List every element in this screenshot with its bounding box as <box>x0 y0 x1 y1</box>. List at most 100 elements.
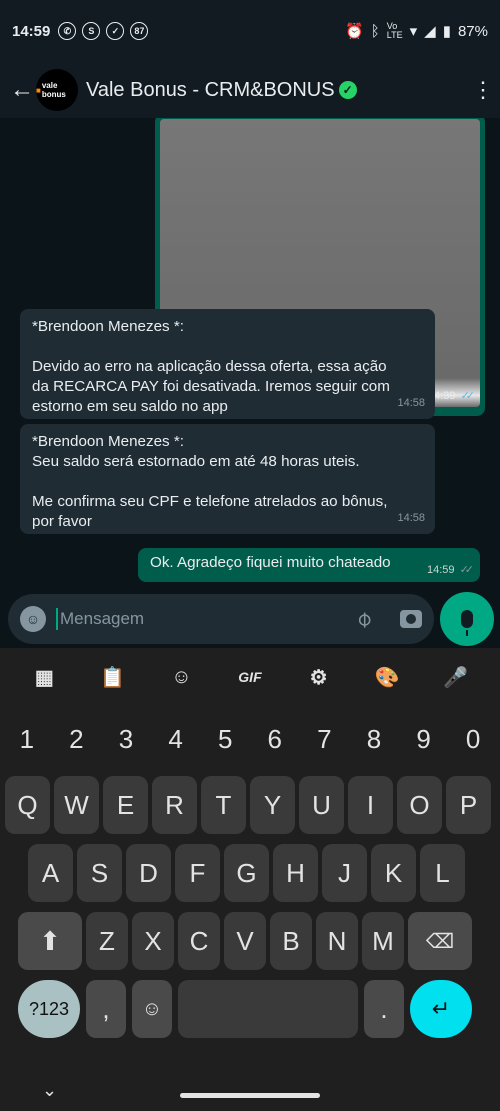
key-q[interactable]: Q <box>5 776 50 834</box>
key-2[interactable]: 2 <box>54 710 100 768</box>
status-time: 14:59 <box>12 22 51 40</box>
emoji-key-icon[interactable]: ☺ <box>132 980 172 1038</box>
battery-percent: 87% <box>457 22 488 40</box>
space-bar[interactable] <box>178 980 358 1038</box>
key-w[interactable]: W <box>54 776 99 834</box>
status-left-icons: ✆ S ✓ 87 <box>58 22 149 40</box>
key-v[interactable]: V <box>224 912 266 970</box>
key-h[interactable]: H <box>273 844 318 902</box>
message-line: Seu saldo será estornado em até 48 horas… <box>32 453 360 470</box>
comma-key[interactable]: , <box>86 980 126 1038</box>
key-k[interactable]: K <box>371 844 416 902</box>
key-6[interactable]: 6 <box>252 710 298 768</box>
key-7[interactable]: 7 <box>302 710 348 768</box>
key-a[interactable]: A <box>28 844 73 902</box>
message-line: da RECARCA PAY foi desativada. Iremos se… <box>32 378 390 395</box>
status-right-icons: ⏰ ᛒ Vo LTE ▾ ◢ ▮ 87% <box>345 21 488 41</box>
chat-title[interactable]: Vale Bonus - CRM&BONUS <box>86 79 335 102</box>
camera-icon[interactable] <box>400 610 422 628</box>
key-9[interactable]: 9 <box>401 710 447 768</box>
key-5[interactable]: 5 <box>202 710 248 768</box>
key-z[interactable]: Z <box>86 912 128 970</box>
key-n[interactable]: N <box>316 912 358 970</box>
bottom-row: ?123 , ☺ . ↵ <box>0 980 500 1038</box>
more-options-icon[interactable]: ⋮ <box>472 77 494 103</box>
voice-message-button[interactable] <box>440 592 494 646</box>
key-x[interactable]: X <box>132 912 174 970</box>
period-key[interactable]: . <box>364 980 404 1038</box>
key-c[interactable]: C <box>178 912 220 970</box>
key-b[interactable]: B <box>270 912 312 970</box>
key-0[interactable]: 0 <box>450 710 496 768</box>
volte-icon: Vo LTE <box>386 21 403 40</box>
letter-row-3: ⬆ Z X C V B N M ⌫ <box>0 912 500 970</box>
clipboard-icon[interactable]: 📋 <box>98 662 128 692</box>
key-1[interactable]: 1 <box>4 710 50 768</box>
message-line: *Brendoon Menezes *: <box>32 433 184 450</box>
backspace-icon[interactable]: ⌫ <box>408 912 472 970</box>
whatsapp-icon: ✆ <box>58 22 77 40</box>
key-r[interactable]: R <box>152 776 197 834</box>
signal-icon: ◢ <box>424 23 436 40</box>
bluetooth-icon: ᛒ <box>370 22 380 40</box>
attach-icon[interactable]: ⌀ <box>349 605 377 633</box>
outgoing-message[interactable]: Ok. Agradeço fiquei muito chateado 14:59… <box>138 548 480 582</box>
keyboard: ▦ 📋 ☺ GIF ⚙ 🎨 🎤 1 2 3 4 5 6 7 8 9 0 Q W … <box>0 648 500 1111</box>
shield-icon: ✓ <box>106 22 125 40</box>
key-l[interactable]: L <box>420 844 465 902</box>
key-f[interactable]: F <box>175 844 220 902</box>
skype-icon: S <box>82 22 101 40</box>
key-t[interactable]: T <box>201 776 246 834</box>
key-4[interactable]: 4 <box>153 710 199 768</box>
message-line: estorno em seu saldo no app <box>32 398 228 415</box>
key-e[interactable]: E <box>103 776 148 834</box>
navigation-bar <box>0 1079 500 1111</box>
notification-count-icon: 87 <box>130 22 149 40</box>
back-arrow-icon[interactable]: ← <box>10 76 34 104</box>
key-m[interactable]: M <box>362 912 404 970</box>
message-line: Me confirma seu CPF e telefone atrelados… <box>32 493 388 510</box>
palette-icon[interactable]: 🎨 <box>372 662 402 692</box>
voice-input-icon[interactable]: 🎤 <box>441 662 471 692</box>
message-input[interactable]: Mensagem <box>60 609 144 629</box>
shift-key[interactable]: ⬆ <box>18 912 82 970</box>
chat-area[interactable]: 14:39 ✓✓ *Brendoon Menezes *: Devido ao … <box>0 118 500 648</box>
settings-icon[interactable]: ⚙ <box>304 662 334 692</box>
home-gesture-pill[interactable] <box>180 1092 320 1098</box>
sticker-icon[interactable]: ☺ <box>166 662 196 692</box>
key-3[interactable]: 3 <box>103 710 149 768</box>
key-g[interactable]: G <box>224 844 269 902</box>
message-line: *Brendoon Menezes *: <box>32 318 184 335</box>
message-line <box>32 337 423 357</box>
verified-badge-icon: ✓ <box>338 81 357 99</box>
emoji-icon[interactable]: ☺ <box>20 606 46 632</box>
enter-key-icon[interactable]: ↵ <box>410 980 472 1038</box>
avatar[interactable]: ■ vale bonus <box>36 69 78 111</box>
key-u[interactable]: U <box>299 776 344 834</box>
message-input-box[interactable]: ☺ Mensagem ⌀ <box>8 594 434 644</box>
letter-row-1: Q W E R T Y U I O P <box>0 776 500 834</box>
key-j[interactable]: J <box>322 844 367 902</box>
key-d[interactable]: D <box>126 844 171 902</box>
gif-button[interactable]: GIF <box>235 662 265 692</box>
incoming-message[interactable]: *Brendoon Menezes *: Devido ao erro na a… <box>20 309 435 419</box>
incoming-message[interactable]: *Brendoon Menezes *: Seu saldo será esto… <box>20 424 435 534</box>
message-line <box>32 472 423 492</box>
keyboard-toolbar: ▦ 📋 ☺ GIF ⚙ 🎨 🎤 <box>0 648 500 706</box>
key-s[interactable]: S <box>77 844 122 902</box>
letter-row-2: A S D F G H J K L <box>0 844 500 902</box>
message-time: 14:58 <box>397 397 425 409</box>
message-time: 14:58 <box>397 512 425 524</box>
key-o[interactable]: O <box>397 776 442 834</box>
read-ticks-icon: ✓✓ <box>460 390 476 402</box>
wifi-icon: ▾ <box>409 23 418 40</box>
key-p[interactable]: P <box>446 776 491 834</box>
text-cursor <box>56 608 58 630</box>
key-y[interactable]: Y <box>250 776 295 834</box>
status-bar: 14:59 ✆ S ✓ 87 ⏰ ᛒ Vo LTE ▾ ◢ ▮ 87% <box>0 0 500 62</box>
apps-icon[interactable]: ▦ <box>29 662 59 692</box>
key-i[interactable]: I <box>348 776 393 834</box>
message-line: Devido ao erro na aplicação dessa oferta… <box>32 358 387 375</box>
symbols-key[interactable]: ?123 <box>18 980 80 1038</box>
key-8[interactable]: 8 <box>351 710 397 768</box>
